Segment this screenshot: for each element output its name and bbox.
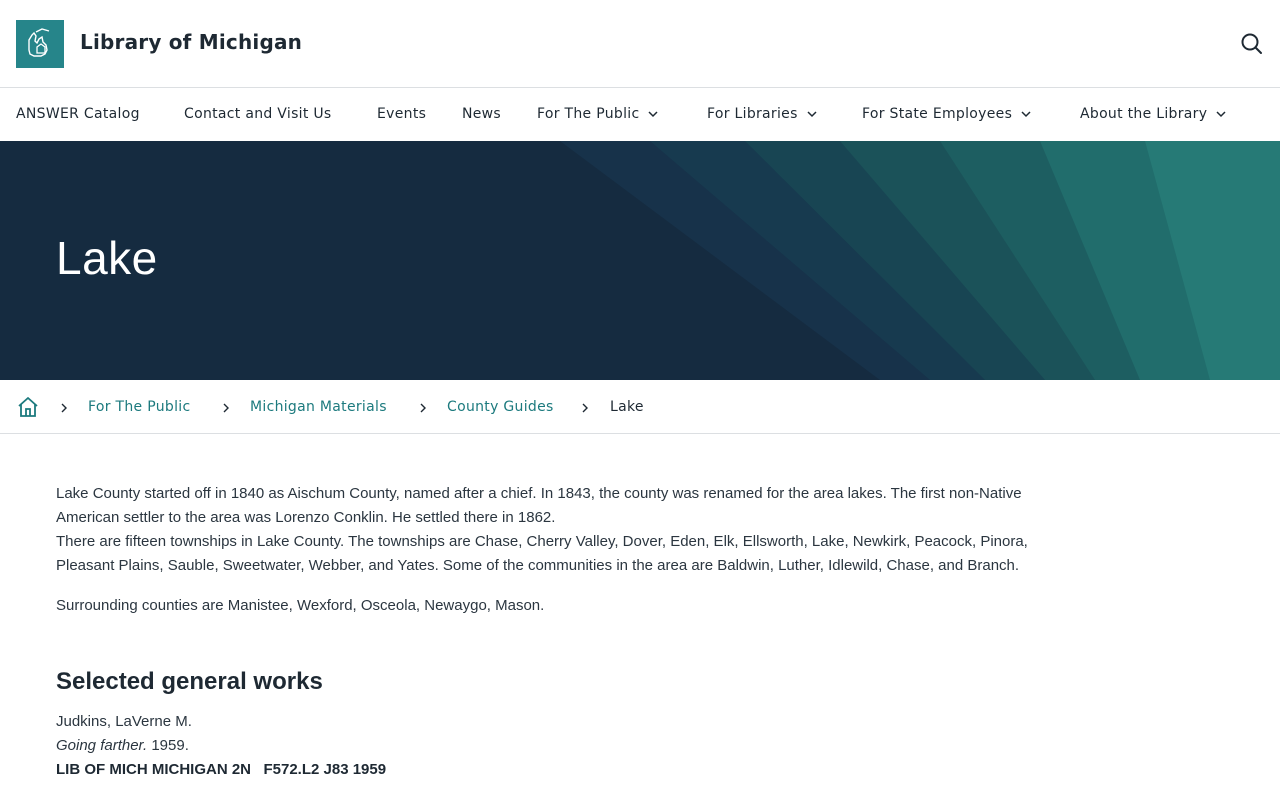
main-content: Lake County started off in 1840 as Aisch… — [56, 482, 1226, 782]
nav-item-events[interactable]: Events — [377, 106, 426, 122]
work-author: Judkins, LaVerne M. — [56, 713, 192, 730]
work-call-number: LIB OF MICH MICHIGAN 2N F572.L2 J83 1959 — [56, 761, 387, 778]
nav-item-contact[interactable]: Contact and Visit Us — [184, 106, 332, 122]
breadcrumb-link-for-the-public[interactable]: For The Public — [88, 399, 190, 415]
page-title: Lake — [56, 232, 158, 284]
intro-line: There are fifteen townships in Lake Coun… — [56, 533, 1028, 550]
intro-paragraph: Lake County started off in 1840 as Aisch… — [56, 482, 1226, 578]
nav-item-label: For State Employees — [862, 106, 1013, 122]
chevron-right-icon — [221, 400, 231, 414]
chevron-right-icon — [580, 400, 590, 414]
search-icon[interactable] — [1236, 28, 1268, 60]
chevron-right-icon — [418, 400, 428, 414]
works-list: Judkins, LaVerne M. Going farther. 1959.… — [56, 710, 1226, 782]
chevron-down-icon — [647, 106, 659, 122]
section-heading: Selected general works — [56, 668, 323, 695]
intro-line: American settler to the area was Lorenzo… — [56, 509, 556, 526]
home-icon[interactable] — [16, 395, 40, 419]
site-header: Library of Michigan — [0, 0, 1280, 88]
nav-item-label: Events — [377, 106, 427, 122]
nav-item-news[interactable]: News — [462, 106, 501, 122]
hero-banner: Lake — [0, 141, 1280, 380]
chevron-down-icon — [806, 106, 818, 122]
nav-item-for-state-employees[interactable]: For State Employees — [862, 106, 1032, 122]
breadcrumb-link-michigan-materials[interactable]: Michigan Materials — [250, 399, 387, 415]
surrounding-counties-paragraph: Surrounding counties are Manistee, Wexfo… — [56, 597, 545, 614]
chevron-right-icon — [59, 400, 69, 414]
nav-item-for-libraries[interactable]: For Libraries — [707, 106, 818, 122]
work-year: 1959. — [147, 737, 189, 754]
intro-line: Lake County started off in 1840 as Aisch… — [56, 485, 1022, 502]
work-title: Going farther. — [56, 737, 148, 754]
nav-item-answer-catalog[interactable]: ANSWER Catalog — [16, 106, 140, 122]
hero-stripes-decoration — [560, 141, 1280, 380]
nav-item-for-the-public[interactable]: For The Public — [537, 106, 659, 122]
chevron-down-icon — [1215, 106, 1227, 122]
breadcrumb-current: Lake — [610, 399, 644, 415]
nav-item-label: Contact and Visit Us — [184, 106, 332, 122]
nav-item-label: For The Public — [537, 106, 640, 122]
main-nav: ANSWER Catalog Contact and Visit Us Even… — [0, 89, 1280, 141]
nav-item-label: ANSWER Catalog — [16, 106, 140, 122]
michigan-library-logo-icon[interactable] — [16, 20, 64, 68]
breadcrumb-link-county-guides[interactable]: County Guides — [447, 399, 554, 415]
work-title-line: Going farther. 1959. — [56, 734, 1226, 758]
intro-line: Pleasant Plains, Sauble, Sweetwater, Web… — [56, 557, 1020, 574]
nav-item-label: For Libraries — [707, 106, 798, 122]
nav-item-label: About the Library — [1080, 106, 1208, 122]
nav-item-about-the-library[interactable]: About the Library — [1080, 106, 1227, 122]
chevron-down-icon — [1020, 106, 1032, 122]
site-title[interactable]: Library of Michigan — [80, 30, 302, 54]
breadcrumb: For The Public Michigan Materials County… — [0, 380, 1280, 434]
nav-item-label: News — [462, 106, 502, 122]
